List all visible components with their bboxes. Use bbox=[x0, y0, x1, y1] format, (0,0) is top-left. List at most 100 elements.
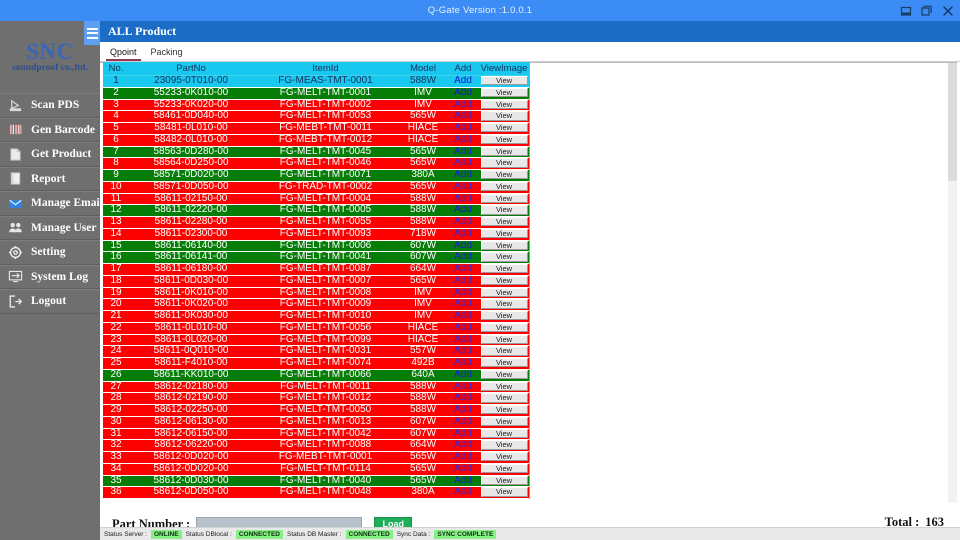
table-row[interactable]: 8 58564-0D250-00 FG-MELT-TMT-0046 565W Add Vi… bbox=[103, 157, 530, 170]
view-button[interactable]: View bbox=[480, 217, 528, 227]
table-row[interactable]: 22 58611-0L010-00 FG-MELT-TMT-0056 HIACE Add… bbox=[103, 321, 530, 334]
view-button[interactable]: View bbox=[480, 299, 528, 309]
table-row[interactable]: 31 58612-06150-00 FG-MELT-TMT-0042 607W Add V… bbox=[103, 427, 530, 440]
view-button[interactable]: View bbox=[480, 323, 528, 333]
sidebar-item-manage-user[interactable]: Manage User bbox=[0, 215, 100, 240]
table-row[interactable]: 33 58612-0D020-00 FG-MEBT-TMT-0001 565W Add V… bbox=[103, 451, 530, 464]
add-link[interactable]: Add bbox=[454, 323, 472, 333]
table-row[interactable]: 19 58611-0K010-00 FG-MELT-TMT-0008 IMV Add Vi… bbox=[103, 286, 530, 299]
table-row[interactable]: 11 58611-02150-00 FG-MELT-TMT-0004 588W Add V… bbox=[103, 192, 530, 205]
view-button[interactable]: View bbox=[480, 99, 528, 109]
table-row[interactable]: 28 58612-02190-00 FG-MELT-TMT-0012 588W Add V… bbox=[103, 392, 530, 405]
add-link[interactable]: Add bbox=[454, 241, 472, 251]
table-row[interactable]: 6 58482-0L010-00 FG-MEBT-TMT-0012 HIACE Add V… bbox=[103, 133, 530, 146]
table-row[interactable]: 7 58563-0D280-00 FG-MELT-TMT-0045 565W Add Vi… bbox=[103, 145, 530, 158]
view-button[interactable]: View bbox=[480, 158, 528, 168]
table-row[interactable]: 17 58611-06180-00 FG-MELT-TMT-0087 664W Add V… bbox=[103, 263, 530, 276]
add-link[interactable]: Add bbox=[454, 499, 472, 500]
view-button[interactable]: View bbox=[480, 440, 528, 450]
view-button[interactable]: View bbox=[480, 123, 528, 133]
add-link[interactable]: Add bbox=[454, 370, 472, 380]
sidebar-item-scan-pds[interactable]: Scan PDS bbox=[0, 93, 100, 118]
add-link[interactable]: Add bbox=[454, 123, 472, 133]
view-button[interactable]: View bbox=[480, 475, 528, 485]
view-button[interactable]: View bbox=[480, 405, 528, 415]
add-link[interactable]: Add bbox=[454, 394, 472, 404]
table-row[interactable]: 30 58612-06130-00 FG-MELT-TMT-0013 607W Add V… bbox=[103, 415, 530, 428]
view-button[interactable]: View bbox=[480, 240, 528, 250]
view-button[interactable]: View bbox=[480, 393, 528, 403]
add-link[interactable]: Add bbox=[454, 264, 472, 274]
add-link[interactable]: Add bbox=[454, 476, 472, 486]
view-button[interactable]: View bbox=[480, 417, 528, 427]
sidebar-item-logout[interactable]: Logout bbox=[0, 289, 100, 314]
view-button[interactable]: View bbox=[480, 170, 528, 180]
view-button[interactable]: View bbox=[480, 264, 528, 274]
table-row[interactable]: 23 58611-0L020-00 FG-MELT-TMT-0099 HIACE Add… bbox=[103, 333, 530, 346]
table-row[interactable]: 32 58612-06220-00 FG-MELT-TMT-0088 664W Add V… bbox=[103, 439, 530, 452]
view-button[interactable]: View bbox=[480, 182, 528, 192]
tab-packing[interactable]: Packing bbox=[147, 46, 187, 61]
menu-toggle-icon[interactable] bbox=[84, 21, 100, 45]
table-row[interactable]: 24 58611-0Q010-00 FG-MELT-TMT-0031 557W Add V… bbox=[103, 345, 530, 358]
scrollbar-thumb[interactable] bbox=[948, 63, 957, 181]
table-row[interactable]: 29 58612-02250-00 FG-MELT-TMT-0050 588W Add V… bbox=[103, 404, 530, 417]
table-row[interactable]: 25 58611-F4010-00 FG-MELT-TMT-0074 492B Add V… bbox=[103, 357, 530, 370]
add-link[interactable]: Add bbox=[454, 76, 472, 86]
view-button[interactable]: View bbox=[480, 135, 528, 145]
table-row[interactable]: 15 58611-06140-00 FG-MELT-TMT-0006 607W Add V… bbox=[103, 239, 530, 252]
view-button[interactable]: View bbox=[480, 146, 528, 156]
add-link[interactable]: Add bbox=[454, 347, 472, 357]
add-link[interactable]: Add bbox=[454, 147, 472, 157]
view-button[interactable]: View bbox=[480, 193, 528, 203]
add-link[interactable]: Add bbox=[454, 405, 472, 415]
sidebar-item-system-log[interactable]: System Log bbox=[0, 264, 100, 289]
table-row[interactable]: 12 58611-02220-00 FG-MELT-TMT-0005 588W Add V… bbox=[103, 204, 530, 217]
close-icon[interactable] bbox=[942, 5, 954, 17]
table-row[interactable]: 21 58611-0K030-00 FG-MELT-TMT-0010 IMV Add Vi… bbox=[103, 310, 530, 323]
product-table-container[interactable]: No. PartNo ItemId Model Add ViewImage 12… bbox=[103, 62, 530, 499]
table-row[interactable]: 35 58612-0D030-00 FG-MELT-TMT-0040 565W Add V… bbox=[103, 474, 530, 487]
view-button[interactable]: View bbox=[480, 276, 528, 286]
table-row[interactable]: 1 23095-0T010-00 FG-MEAS-TMT-0001 588W Add Vi… bbox=[103, 75, 530, 88]
table-row[interactable]: 4 58461-0D040-00 FG-MELT-TMT-0053 565W Add Vi… bbox=[103, 110, 530, 123]
view-button[interactable]: View bbox=[480, 464, 528, 474]
view-button[interactable]: View bbox=[480, 428, 528, 438]
view-button[interactable]: View bbox=[480, 370, 528, 380]
view-button[interactable]: View bbox=[480, 346, 528, 356]
add-link[interactable]: Add bbox=[454, 88, 472, 98]
add-link[interactable]: Add bbox=[454, 253, 472, 263]
add-link[interactable]: Add bbox=[454, 112, 472, 122]
add-link[interactable]: Add bbox=[454, 100, 472, 110]
view-button[interactable]: View bbox=[480, 252, 528, 262]
view-button[interactable]: View bbox=[480, 205, 528, 215]
view-button[interactable]: View bbox=[480, 111, 528, 121]
table-row[interactable]: 10 58571-0D050-00 FG-TRAD-TMT-0002 565W Add V… bbox=[103, 180, 530, 193]
add-link[interactable]: Add bbox=[454, 229, 472, 239]
table-row[interactable]: 2 55233-0K010-00 FG-MELT-TMT-0001 IMV Add Vie… bbox=[103, 86, 530, 99]
table-row[interactable]: 9 58571-0D020-00 FG-MELT-TMT-0071 380A Add Vi… bbox=[103, 169, 530, 182]
view-button[interactable]: View bbox=[480, 334, 528, 344]
sidebar-item-manage-email[interactable]: Manage Email bbox=[0, 191, 103, 216]
maximize-icon[interactable] bbox=[921, 5, 933, 17]
add-link[interactable]: Add bbox=[454, 464, 472, 474]
add-link[interactable]: Add bbox=[454, 288, 472, 298]
table-row[interactable]: 26 58611-KK010-00 FG-MELT-TMT-0066 640A Add V… bbox=[103, 368, 530, 381]
add-link[interactable]: Add bbox=[454, 217, 472, 227]
table-row[interactable]: 18 58611-0D030-00 FG-MELT-TMT-0007 565W Add V… bbox=[103, 274, 530, 287]
table-row[interactable]: 16 58611-06141-00 FG-MELT-TMT-0041 607W Add V… bbox=[103, 251, 530, 264]
view-button[interactable]: View bbox=[480, 287, 528, 297]
add-link[interactable]: Add bbox=[454, 300, 472, 310]
table-row[interactable]: 27 58612-02180-00 FG-MELT-TMT-0011 588W Add V… bbox=[103, 380, 530, 393]
sidebar-item-setting[interactable]: Setting bbox=[0, 240, 100, 265]
table-row[interactable]: 34 58612-0D020-00 FG-MELT-TMT-0114 565W Add V… bbox=[103, 462, 530, 475]
add-link[interactable]: Add bbox=[454, 358, 472, 368]
table-row[interactable]: 3758612-0L010-00FG-MELT-TMT-0057HIACE Add… bbox=[103, 498, 530, 500]
view-button[interactable]: View bbox=[480, 76, 528, 86]
view-button[interactable]: View bbox=[480, 487, 528, 497]
table-row[interactable]: 13 58611-02280-00 FG-MELT-TMT-0055 588W Add V… bbox=[103, 216, 530, 229]
sidebar-item-gen-barcode[interactable]: Gen Barcode bbox=[0, 117, 100, 142]
add-link[interactable]: Add bbox=[454, 206, 472, 216]
add-link[interactable]: Add bbox=[454, 170, 472, 180]
add-link[interactable]: Add bbox=[454, 182, 472, 192]
